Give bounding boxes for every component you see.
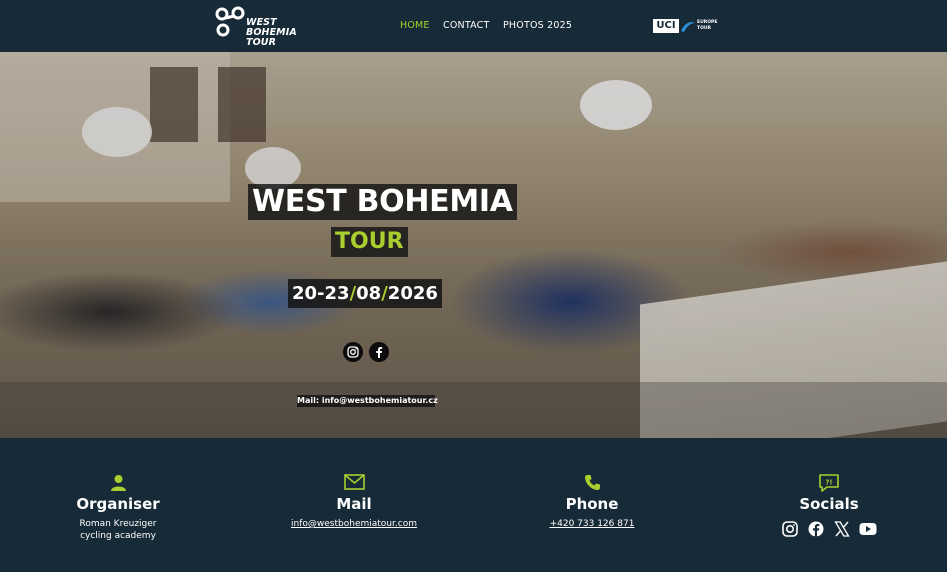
uci-sub-line: TOUR [697,26,712,31]
hero-banner [0,52,947,438]
bike-rings-logo-icon [215,6,245,37]
svg-text:?!: ?! [825,479,832,487]
organiser-line: cycling academy [80,531,156,541]
organiser-name: Roman Kreuziger cycling academy [0,518,236,542]
hero-subtitle: TOUR [331,227,408,257]
nav-contact[interactable]: CONTACT [443,20,489,31]
site-footer: Organiser Roman Kreuziger cycling academ… [0,438,947,572]
youtube-icon[interactable] [859,521,877,537]
uci-sub-text: EUROPE TOUR [697,20,717,32]
hero-mail-text[interactable]: Mail: info@westbohemiatour.cz [297,395,438,407]
phone-icon [585,475,600,490]
organiser-line: Roman Kreuziger [79,519,157,529]
envelope-icon [344,474,365,490]
facebook-icon[interactable] [808,521,824,537]
footer-heading-socials: Socials [799,495,859,513]
uci-europe-tour-logo[interactable]: UCI EUROPE TOUR [653,19,721,35]
footer-heading-phone: Phone [565,495,619,513]
x-icon[interactable] [834,521,850,537]
hero-dates: 20-23/08/2026 [288,279,442,308]
footer-heading-mail: Mail [336,495,372,513]
hero-facebook-icon[interactable] [369,342,389,362]
site-header: WEST BOHEMIA TOUR HOME CONTACT PHOTOS 20… [0,0,947,52]
date-year: 2026 [387,283,438,304]
uci-swoosh-icon [681,22,695,32]
logo-text: WEST BOHEMIA TOUR [246,18,297,48]
footer-phone-link[interactable]: +420 733 126 871 [474,518,710,530]
hero-title: WEST BOHEMIA [248,184,517,220]
hero-instagram-icon[interactable] [343,342,363,362]
nav-photos-2025[interactable]: PHOTOS 2025 [503,20,572,31]
date-month: 08 [356,283,382,304]
footer-mail-link[interactable]: info@westbohemiatour.com [236,518,472,530]
nav-home[interactable]: HOME [400,20,430,31]
instagram-icon[interactable] [782,521,798,537]
west-bohemia-tour-logo[interactable]: WEST BOHEMIA TOUR [214,6,300,48]
hero-photo-overlay [0,52,947,438]
logo-line: TOUR [246,37,276,48]
date-days: 20-23 [292,283,350,304]
footer-heading-organiser: Organiser [76,495,160,513]
chat-bubble-icon: ?! [819,474,839,492]
person-icon [111,475,126,491]
uci-logo-text: UCI [653,19,679,33]
